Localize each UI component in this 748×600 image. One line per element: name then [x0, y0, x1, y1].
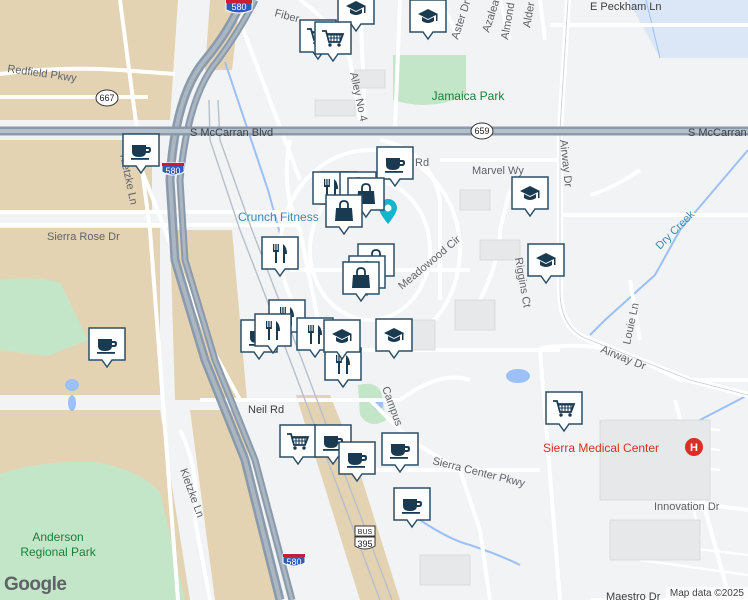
svg-text:E Peckham Ln: E Peckham Ln	[590, 1, 662, 13]
google-logo: Google	[4, 574, 67, 595]
svg-text:Regional Park: Regional Park	[20, 545, 96, 559]
route-659-shield: 659	[470, 122, 494, 140]
svg-text:Innovation Dr: Innovation Dr	[654, 501, 720, 513]
us395-shield: BUS 395	[354, 525, 376, 550]
svg-text:H: H	[690, 442, 698, 454]
sierra-medical-label: Sierra Medical Center	[543, 441, 659, 455]
svg-text:580: 580	[165, 166, 180, 176]
svg-text:Rd: Rd	[415, 157, 429, 169]
jamaica-park-label: Jamaica Park	[432, 89, 506, 103]
svg-text:667: 667	[99, 93, 114, 103]
svg-text:Neil Rd: Neil Rd	[248, 404, 284, 416]
svg-text:395: 395	[357, 539, 372, 549]
i580-shield-bot: 580	[282, 553, 306, 567]
anderson-park-label: Anderson	[32, 530, 83, 544]
svg-text:BUS: BUS	[358, 529, 373, 536]
hospital-icon[interactable]: H	[685, 438, 703, 456]
svg-text:Sierra Rose Dr: Sierra Rose Dr	[47, 231, 120, 243]
svg-text:S McCarran Blvd: S McCarran Blvd	[190, 127, 273, 139]
crunch-fitness-label: Crunch Fitness	[238, 210, 319, 224]
svg-text:Marvel Wy: Marvel Wy	[472, 165, 524, 177]
map-attribution[interactable]: Map data ©2025	[665, 587, 748, 600]
svg-text:580: 580	[286, 557, 301, 567]
svg-text:659: 659	[474, 126, 489, 136]
svg-text:Maestro Dr: Maestro Dr	[606, 591, 661, 600]
i580-shield-mid: 580	[161, 162, 185, 176]
i580-shield-top: 580	[225, 0, 253, 14]
svg-text:S McCarran: S McCarran	[688, 127, 747, 139]
route-667-shield: 667	[95, 89, 119, 107]
map-canvas[interactable]: 580 580 580 667 659 BUS 395 S McCarran Bl…	[0, 0, 748, 600]
svg-text:580: 580	[231, 2, 246, 12]
